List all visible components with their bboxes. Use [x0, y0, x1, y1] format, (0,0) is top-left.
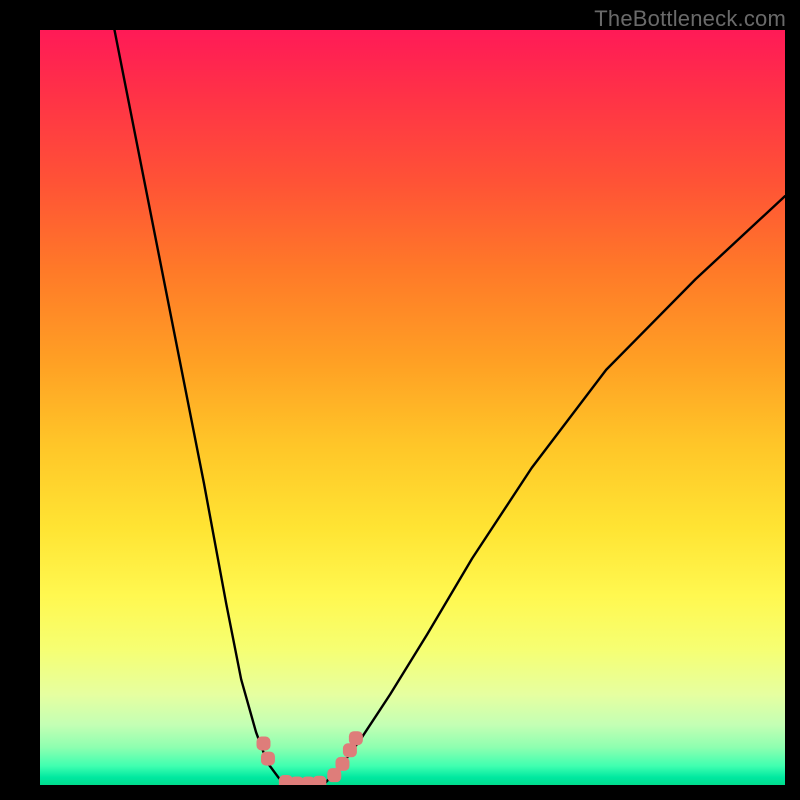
data-marker: [261, 752, 275, 766]
data-marker: [312, 776, 326, 785]
data-marker: [343, 743, 357, 757]
data-marker: [335, 757, 349, 771]
curve-layer: [115, 30, 786, 785]
chart-svg: [40, 30, 785, 785]
chart-frame: TheBottleneck.com: [0, 0, 800, 800]
watermark-text: TheBottleneck.com: [594, 6, 786, 32]
bottleneck-curve: [115, 30, 786, 785]
marker-layer: [257, 731, 363, 785]
data-marker: [257, 736, 271, 750]
data-marker: [349, 731, 363, 745]
plot-area: [40, 30, 785, 785]
